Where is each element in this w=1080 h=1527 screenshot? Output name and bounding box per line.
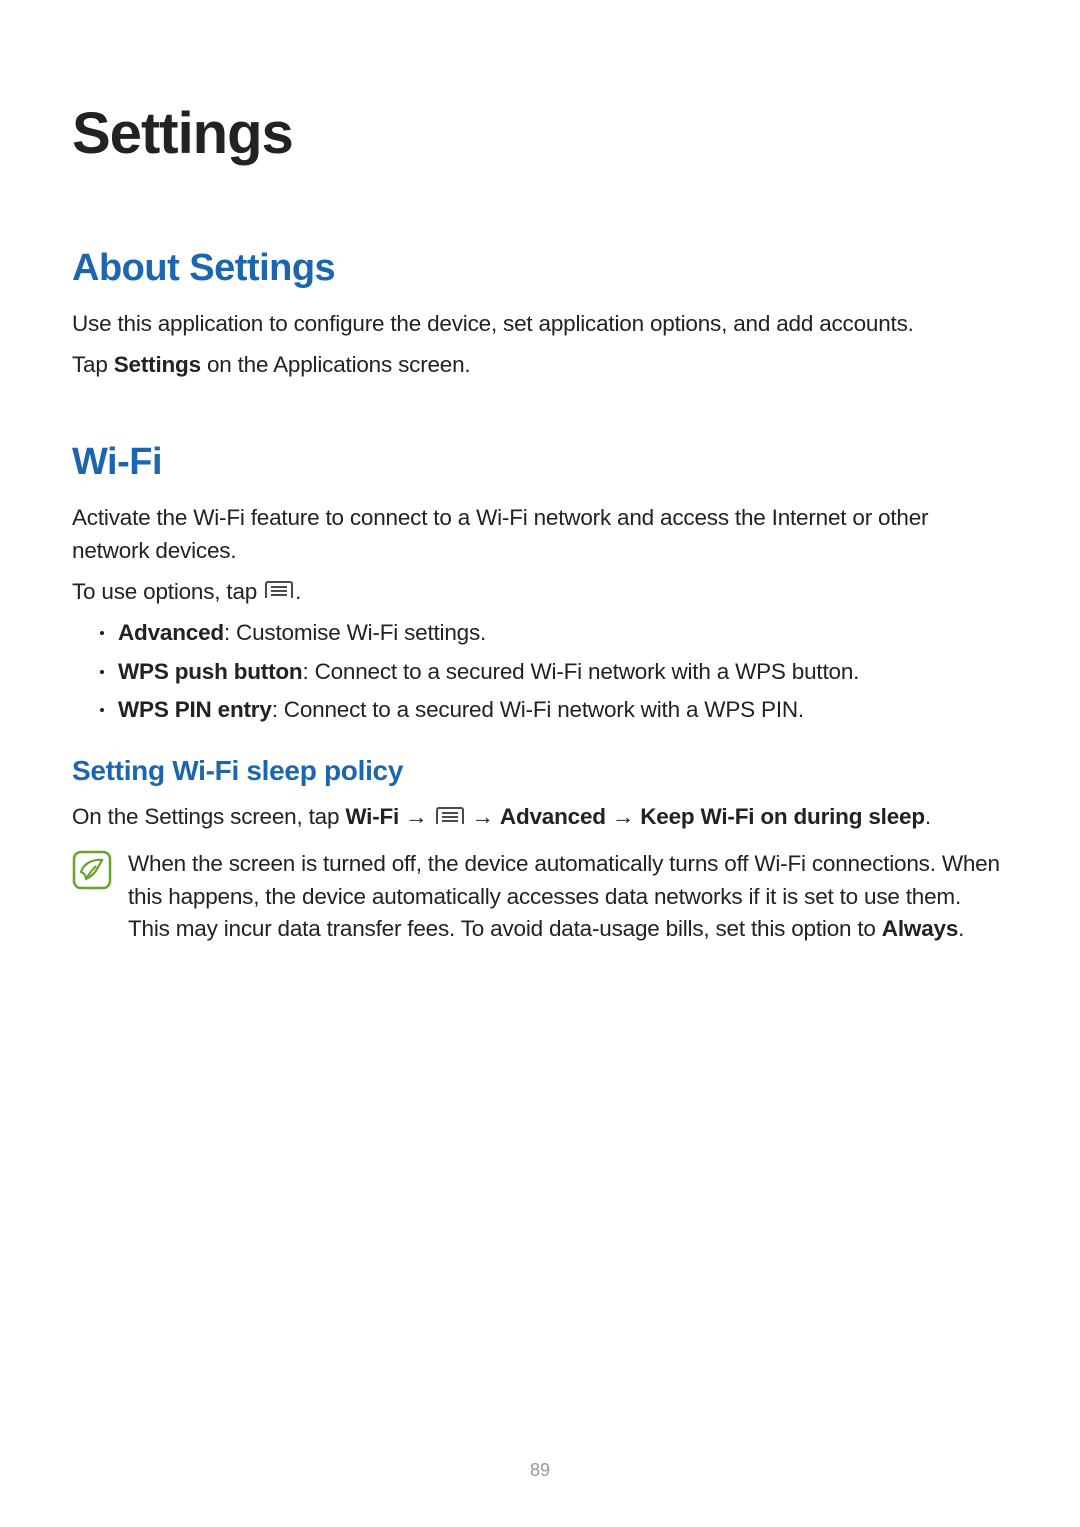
about-p2-post: on the Applications screen. [201, 352, 471, 377]
wifi-p2-pre: To use options, tap [72, 579, 263, 604]
list-item: WPS push button: Connect to a secured Wi… [72, 656, 1008, 689]
menu-icon [436, 802, 464, 835]
arrow-icon: → [466, 804, 500, 829]
sleep-p1-b2: Advanced [500, 804, 606, 829]
note-icon [72, 850, 112, 895]
about-settings-section: About Settings Use this application to c… [72, 247, 1008, 381]
wifi-sleep-heading: Setting Wi-Fi sleep policy [72, 755, 1008, 787]
note-text-bold: Always [882, 916, 958, 941]
bullet-dot-icon [100, 708, 104, 712]
note-text-pre: When the screen is turned off, the devic… [128, 851, 1000, 941]
list-item: Advanced: Customise Wi-Fi settings. [72, 617, 1008, 650]
bullet-dot-icon [100, 670, 104, 674]
wifi-p2: To use options, tap . [72, 576, 1008, 609]
page-title: Settings [72, 100, 1008, 167]
wifi-p1: Activate the Wi-Fi feature to connect to… [72, 502, 1008, 567]
wifi-sleep-p1: On the Settings screen, tap Wi-Fi → → Ad… [72, 801, 1008, 834]
bullet-text: WPS push button: Connect to a secured Wi… [118, 656, 859, 689]
sleep-p1-pre: On the Settings screen, tap [72, 804, 345, 829]
bullet-rest: : Connect to a secured Wi-Fi network wit… [302, 659, 859, 684]
bullet-bold: Advanced [118, 620, 224, 645]
note-text-post: . [958, 916, 964, 941]
bullet-rest: : Customise Wi-Fi settings. [224, 620, 486, 645]
bullet-text: Advanced: Customise Wi-Fi settings. [118, 617, 486, 650]
arrow-icon: → [399, 804, 433, 829]
wifi-p2-post: . [295, 579, 301, 604]
bullet-text: WPS PIN entry: Connect to a secured Wi-F… [118, 694, 804, 727]
sleep-p1-b1: Wi-Fi [345, 804, 399, 829]
menu-icon [265, 576, 293, 609]
arrow-icon: → [606, 804, 640, 829]
about-settings-p2: Tap Settings on the Applications screen. [72, 349, 1008, 382]
bullet-bold: WPS push button [118, 659, 302, 684]
list-item: WPS PIN entry: Connect to a secured Wi-F… [72, 694, 1008, 727]
about-settings-p1: Use this application to configure the de… [72, 308, 1008, 341]
wifi-bullet-list: Advanced: Customise Wi-Fi settings. WPS … [72, 617, 1008, 727]
note-block: When the screen is turned off, the devic… [72, 848, 1008, 946]
page-number: 89 [0, 1460, 1080, 1481]
bullet-rest: : Connect to a secured Wi-Fi network wit… [272, 697, 804, 722]
wifi-section: Wi-Fi Activate the Wi-Fi feature to conn… [72, 441, 1008, 946]
note-text: When the screen is turned off, the devic… [128, 848, 1008, 946]
sleep-p1-post: . [925, 804, 931, 829]
bullet-bold: WPS PIN entry [118, 697, 272, 722]
about-p2-bold: Settings [114, 352, 201, 377]
bullet-dot-icon [100, 631, 104, 635]
about-settings-heading: About Settings [72, 247, 1008, 290]
sleep-p1-b3: Keep Wi-Fi on during sleep [640, 804, 925, 829]
wifi-heading: Wi-Fi [72, 441, 1008, 484]
about-p2-pre: Tap [72, 352, 114, 377]
